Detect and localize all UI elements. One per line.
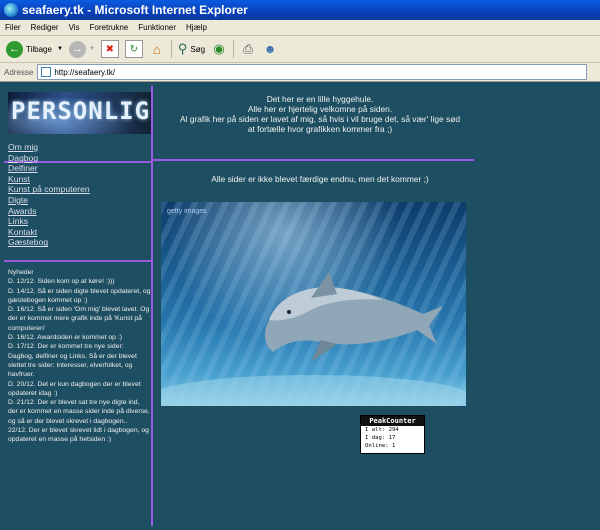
intro-line: at fortælle hvor grafikken kommer fra ;) bbox=[247, 124, 393, 134]
media-icon[interactable]: ◉ bbox=[211, 41, 227, 57]
toolbar-separator bbox=[170, 40, 172, 58]
counter-title: PeakCounter bbox=[361, 416, 424, 426]
dolphin-photo: getty images bbox=[161, 202, 466, 406]
news-item: 22/12. Der er blevet skrevet lidt i dagb… bbox=[8, 427, 149, 444]
intro-line: Alle her er hjertelig velkomne på siden. bbox=[247, 104, 393, 114]
dolphin-illustration bbox=[161, 272, 466, 406]
back-label: Tilbage bbox=[26, 44, 52, 54]
window-title: seafaery.tk - Microsoft Internet Explore… bbox=[22, 3, 248, 17]
nav-link-om-mig[interactable]: Om mig bbox=[8, 142, 90, 153]
news-item: D. 21/12. Der er blevet sat tre nye digt… bbox=[8, 399, 150, 425]
news-item: D. 16/12. Så er siden 'Om mig' blevet la… bbox=[8, 306, 150, 332]
forward-dropdown-icon[interactable]: ▼ bbox=[89, 46, 95, 52]
counter-total: I alt: 294 bbox=[365, 427, 399, 433]
intro-line: Al grafik her på siden er lavet af mig, … bbox=[180, 114, 460, 124]
toolbar: ← Tilbage ▼ → ▼ ✖ ↻ ⌂ ⚲ Søg ◉ ⎙ ☻ bbox=[0, 36, 600, 63]
peak-counter[interactable]: PeakCounter I alt: 294 I dag: 17 Online:… bbox=[360, 415, 425, 454]
window-titlebar[interactable]: seafaery.tk - Microsoft Internet Explore… bbox=[0, 0, 600, 20]
menu-funktioner[interactable]: Funktioner bbox=[133, 23, 181, 32]
messenger-icon[interactable]: ☻ bbox=[262, 41, 278, 57]
sidebar-divider bbox=[151, 86, 153, 526]
nav-link-kunst[interactable]: Kunst bbox=[8, 174, 90, 185]
nav-link-kunst-computer[interactable]: Kunst på computeren bbox=[8, 184, 90, 195]
back-arrow-icon: ← bbox=[6, 40, 23, 58]
menu-hjaelp[interactable]: Hjælp bbox=[181, 23, 212, 32]
site-logo: PERSONLIG bbox=[8, 92, 151, 134]
search-icon: ⚲ bbox=[177, 41, 188, 56]
construction-notice: Alle sider er ikke blevet færdige endnu,… bbox=[211, 174, 429, 184]
search-label: Søg bbox=[190, 44, 206, 54]
news-section: Nyheder D. 12/12. Siden kom op at køre! … bbox=[8, 268, 151, 445]
news-item: D. 17/12. Der er kommet tre nye sider: D… bbox=[8, 343, 137, 379]
address-bar: Adresse http://seafaery.tk/ bbox=[0, 63, 600, 82]
page-content: PERSONLIG Om mig Dagbog Delfiner Kunst K… bbox=[0, 82, 600, 530]
forward-arrow-icon: → bbox=[68, 40, 86, 58]
ie-logo-icon bbox=[4, 3, 18, 17]
counter-today: I dag: 17 bbox=[365, 435, 396, 441]
nav-link-links[interactable]: Links bbox=[8, 216, 90, 227]
sidebar-mid-divider bbox=[4, 260, 151, 262]
address-label: Adresse bbox=[4, 67, 34, 77]
back-dropdown-icon[interactable]: ▼ bbox=[57, 46, 63, 52]
logo-text: PERSONLIG bbox=[11, 97, 151, 125]
stop-icon[interactable]: ✖ bbox=[100, 40, 119, 58]
home-icon[interactable]: ⌂ bbox=[149, 41, 165, 57]
sidebar-nav: Om mig Dagbog Delfiner Kunst Kunst på co… bbox=[8, 142, 90, 248]
menu-bar: Filer Rediger Vis Foretrukne Funktioner … bbox=[0, 20, 600, 36]
menu-foretrukne[interactable]: Foretrukne bbox=[85, 23, 134, 32]
forward-button[interactable]: → ▼ bbox=[68, 40, 95, 58]
menu-filer[interactable]: Filer bbox=[0, 23, 26, 32]
page-icon bbox=[41, 67, 52, 77]
nav-link-digte[interactable]: Digte bbox=[8, 195, 90, 206]
nav-link-kontakt[interactable]: Kontakt bbox=[8, 227, 90, 238]
refresh-icon[interactable]: ↻ bbox=[124, 40, 143, 58]
intro-line: Det her er en lille hyggehule. bbox=[266, 94, 374, 104]
print-icon[interactable]: ⎙ bbox=[240, 41, 256, 57]
news-item: D. 14/12. Så er siden digte blevet opdat… bbox=[8, 287, 151, 304]
nav-link-delfiner[interactable]: Delfiner bbox=[8, 163, 90, 174]
nav-link-dagbog[interactable]: Dagbog bbox=[8, 153, 90, 164]
news-title: Nyheder bbox=[8, 269, 34, 276]
address-url: http://seafaery.tk/ bbox=[54, 67, 116, 77]
menu-rediger[interactable]: Rediger bbox=[26, 23, 64, 32]
news-item: D. 20/12. Det er kun dagbogen der er ble… bbox=[8, 380, 141, 397]
search-button[interactable]: ⚲ Søg bbox=[178, 41, 205, 57]
back-button[interactable]: ← Tilbage ▼ bbox=[6, 40, 63, 58]
toolbar-separator bbox=[233, 40, 235, 58]
address-input[interactable]: http://seafaery.tk/ bbox=[37, 64, 588, 80]
nav-link-gaestebog[interactable]: Gæstebog bbox=[8, 237, 90, 248]
nav-link-awards[interactable]: Awards bbox=[8, 206, 90, 217]
main-divider bbox=[153, 159, 474, 161]
intro-text: Det her er en lille hyggehule. Alle her … bbox=[160, 94, 480, 134]
menu-vis[interactable]: Vis bbox=[64, 23, 85, 32]
news-item: D. 16/12. Awardsiden er kommet op :) bbox=[8, 334, 122, 342]
counter-online: Online: 1 bbox=[365, 443, 396, 449]
news-item: D. 12/12. Siden kom op at køre! :))) bbox=[8, 278, 115, 286]
